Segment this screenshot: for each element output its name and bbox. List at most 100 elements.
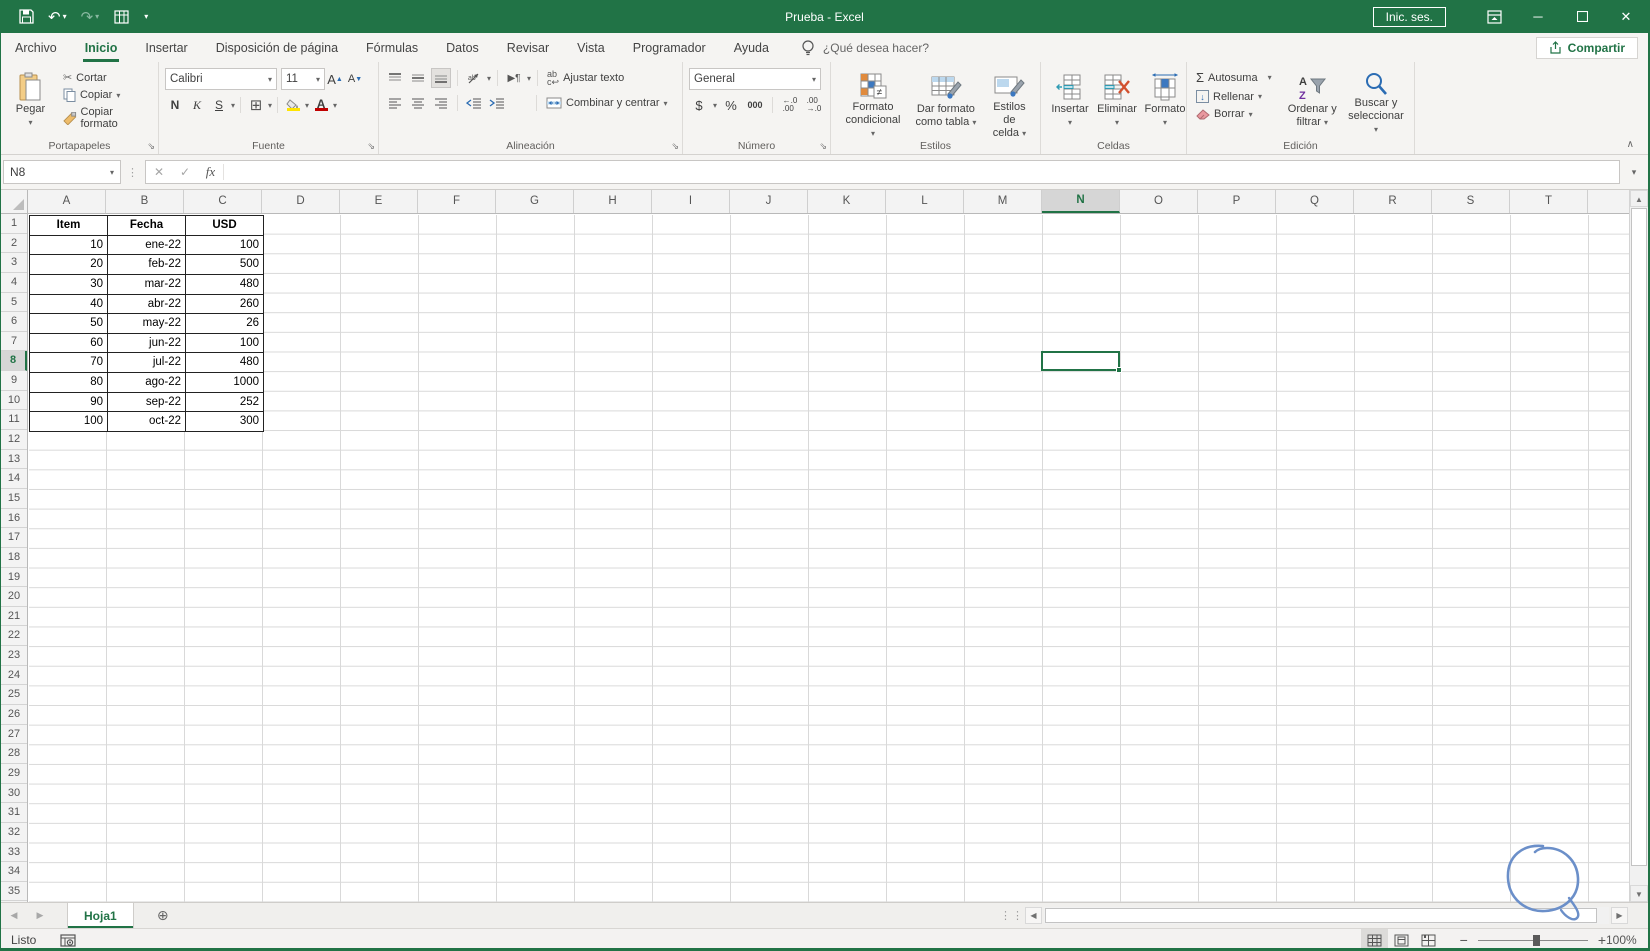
collapse-ribbon-icon[interactable]: ∧ bbox=[1627, 139, 1634, 150]
table-cell[interactable]: oct-22 bbox=[108, 412, 186, 433]
row-header-14[interactable]: 14 bbox=[1, 469, 27, 489]
table-cell[interactable]: 480 bbox=[186, 274, 264, 295]
cut-button[interactable]: ✂ Cortar bbox=[60, 70, 154, 85]
column-header-M[interactable]: M bbox=[964, 190, 1042, 213]
table-cell[interactable]: may-22 bbox=[108, 314, 186, 334]
row-header-2[interactable]: 2 bbox=[1, 234, 27, 254]
table-cell[interactable]: 252 bbox=[186, 392, 264, 413]
decrease-decimal-icon[interactable]: .00 →.0 bbox=[804, 95, 824, 115]
row-header-8[interactable]: 8 bbox=[1, 351, 27, 372]
column-header-C[interactable]: C bbox=[184, 190, 262, 213]
column-header-G[interactable]: G bbox=[496, 190, 574, 213]
table-cell[interactable]: 70 bbox=[30, 353, 108, 374]
column-header-I[interactable]: I bbox=[652, 190, 730, 213]
column-header-partial[interactable] bbox=[1588, 190, 1629, 213]
row-header-29[interactable]: 29 bbox=[1, 764, 27, 784]
row-header-1[interactable]: 1 bbox=[1, 214, 27, 234]
align-left-icon[interactable] bbox=[385, 93, 405, 113]
column-header-N[interactable]: N bbox=[1042, 190, 1120, 213]
table-cell[interactable]: 80 bbox=[30, 373, 108, 393]
table-cell[interactable]: 480 bbox=[186, 353, 264, 374]
wrap-text-button[interactable]: ab c↩ Ajustar texto bbox=[544, 69, 627, 87]
column-header-E[interactable]: E bbox=[340, 190, 418, 213]
vertical-scrollbar[interactable]: ▲ ▼ bbox=[1629, 190, 1648, 902]
fill-button[interactable]: ↓ Rellenar ▾ bbox=[1193, 89, 1275, 104]
row-header-32[interactable]: 32 bbox=[1, 823, 27, 843]
table-cell[interactable]: abr-22 bbox=[108, 294, 186, 315]
cell-grid[interactable]: Item Fecha USD 10 ene-22 100 20 feb-22 500 30 mar-… bbox=[29, 215, 1629, 902]
conditional-formatting-button[interactable]: ≠ Formato condicional ▾ bbox=[837, 68, 909, 138]
text-direction-icon[interactable]: ▶¶ bbox=[504, 68, 524, 88]
row-header-15[interactable]: 15 bbox=[1, 489, 27, 509]
name-box-dropdown-icon[interactable]: ▾ bbox=[110, 168, 114, 177]
row-header-22[interactable]: 22 bbox=[1, 626, 27, 647]
column-header-J[interactable]: J bbox=[730, 190, 808, 213]
column-header-S[interactable]: S bbox=[1432, 190, 1510, 213]
minimize-button[interactable]: ─ bbox=[1516, 0, 1560, 33]
table-cell[interactable]: 100 bbox=[30, 412, 108, 433]
redo-button[interactable]: ↷ ▾ bbox=[81, 8, 100, 26]
column-header-T[interactable]: T bbox=[1510, 190, 1588, 213]
row-header-34[interactable]: 34 bbox=[1, 862, 27, 882]
format-as-table-button[interactable]: Dar formato como tabla ▾ bbox=[909, 68, 983, 136]
fill-color-dropdown-icon[interactable]: ▾ bbox=[305, 101, 309, 110]
row-header-25[interactable]: 25 bbox=[1, 685, 27, 706]
table-cell[interactable]: sep-22 bbox=[108, 392, 186, 413]
cell-styles-button[interactable]: Estilos de celda ▾ bbox=[983, 68, 1036, 139]
row-header-10[interactable]: 10 bbox=[1, 391, 27, 411]
row-header-11[interactable]: 11 bbox=[1, 410, 27, 431]
font-size-combo[interactable]: 11 ▾ bbox=[281, 68, 325, 90]
percent-icon[interactable]: % bbox=[721, 95, 741, 115]
view-normal-icon[interactable] bbox=[1360, 929, 1388, 951]
clear-button[interactable]: Borrar ▾ bbox=[1193, 107, 1275, 121]
number-format-combo[interactable]: General ▾ bbox=[689, 68, 821, 90]
column-header-F[interactable]: F bbox=[418, 190, 496, 213]
cancel-entry-icon[interactable]: ✕ bbox=[146, 165, 172, 179]
row-header-13[interactable]: 13 bbox=[1, 450, 27, 470]
table-cell[interactable]: jun-22 bbox=[108, 333, 186, 354]
align-bottom-icon[interactable] bbox=[431, 68, 451, 88]
share-button[interactable]: Compartir bbox=[1535, 36, 1638, 59]
underline-dropdown-icon[interactable]: ▾ bbox=[231, 101, 235, 110]
horizontal-scrollbar[interactable] bbox=[1044, 907, 1609, 924]
confirm-entry-icon[interactable]: ✓ bbox=[172, 165, 198, 179]
row-header-3[interactable]: 3 bbox=[1, 253, 27, 273]
column-header-O[interactable]: O bbox=[1120, 190, 1198, 213]
table-cell[interactable]: 90 bbox=[30, 392, 108, 413]
column-header-D[interactable]: D bbox=[262, 190, 340, 213]
row-header-26[interactable]: 26 bbox=[1, 705, 27, 725]
column-header-B[interactable]: B bbox=[106, 190, 184, 213]
currency-icon[interactable]: $ bbox=[689, 95, 709, 115]
sheet-tab-hoja1[interactable]: Hoja1 bbox=[67, 903, 134, 928]
table-cell[interactable]: 50 bbox=[30, 314, 108, 334]
table-cell[interactable]: 260 bbox=[186, 294, 264, 315]
expand-formula-bar-icon[interactable]: ▾ bbox=[1620, 167, 1648, 178]
table-cell[interactable]: ene-22 bbox=[108, 235, 186, 256]
increase-font-icon[interactable]: A ▲ bbox=[325, 69, 345, 89]
increase-decimal-icon[interactable]: ←.0.00 bbox=[780, 95, 800, 115]
touch-mouse-mode-icon[interactable] bbox=[113, 9, 130, 25]
name-box[interactable]: N8 ▾ bbox=[3, 160, 121, 184]
tab-scroll-splitter[interactable]: ⋮⋮ bbox=[1000, 903, 1024, 928]
autosum-button[interactable]: Σ Autosuma ▾ bbox=[1193, 69, 1275, 86]
zoom-slider[interactable] bbox=[1477, 934, 1588, 946]
row-header-20[interactable]: 20 bbox=[1, 587, 27, 607]
fill-handle[interactable] bbox=[1116, 367, 1122, 374]
table-cell[interactable]: 10 bbox=[30, 235, 108, 256]
fill-color-icon[interactable] bbox=[283, 95, 303, 115]
column-header-P[interactable]: P bbox=[1198, 190, 1276, 213]
column-header-H[interactable]: H bbox=[574, 190, 652, 213]
italic-button[interactable]: K bbox=[187, 95, 207, 115]
ribbon-display-options-icon[interactable] bbox=[1472, 0, 1516, 33]
clipboard-dialog-launcher[interactable]: ⇘ bbox=[147, 141, 155, 152]
maximize-button[interactable] bbox=[1560, 0, 1604, 33]
currency-dropdown-icon[interactable]: ▾ bbox=[713, 101, 717, 110]
column-header-K[interactable]: K bbox=[808, 190, 886, 213]
tab-datos[interactable]: Datos bbox=[432, 33, 493, 62]
save-icon[interactable] bbox=[19, 9, 34, 24]
tab-inicio[interactable]: Inicio bbox=[71, 33, 132, 62]
hscroll-right-icon[interactable]: ▶ bbox=[1611, 907, 1628, 924]
table-cell[interactable]: Item bbox=[30, 216, 108, 236]
table-cell[interactable]: jul-22 bbox=[108, 353, 186, 374]
decrease-font-icon[interactable]: A ▼ bbox=[345, 69, 365, 89]
